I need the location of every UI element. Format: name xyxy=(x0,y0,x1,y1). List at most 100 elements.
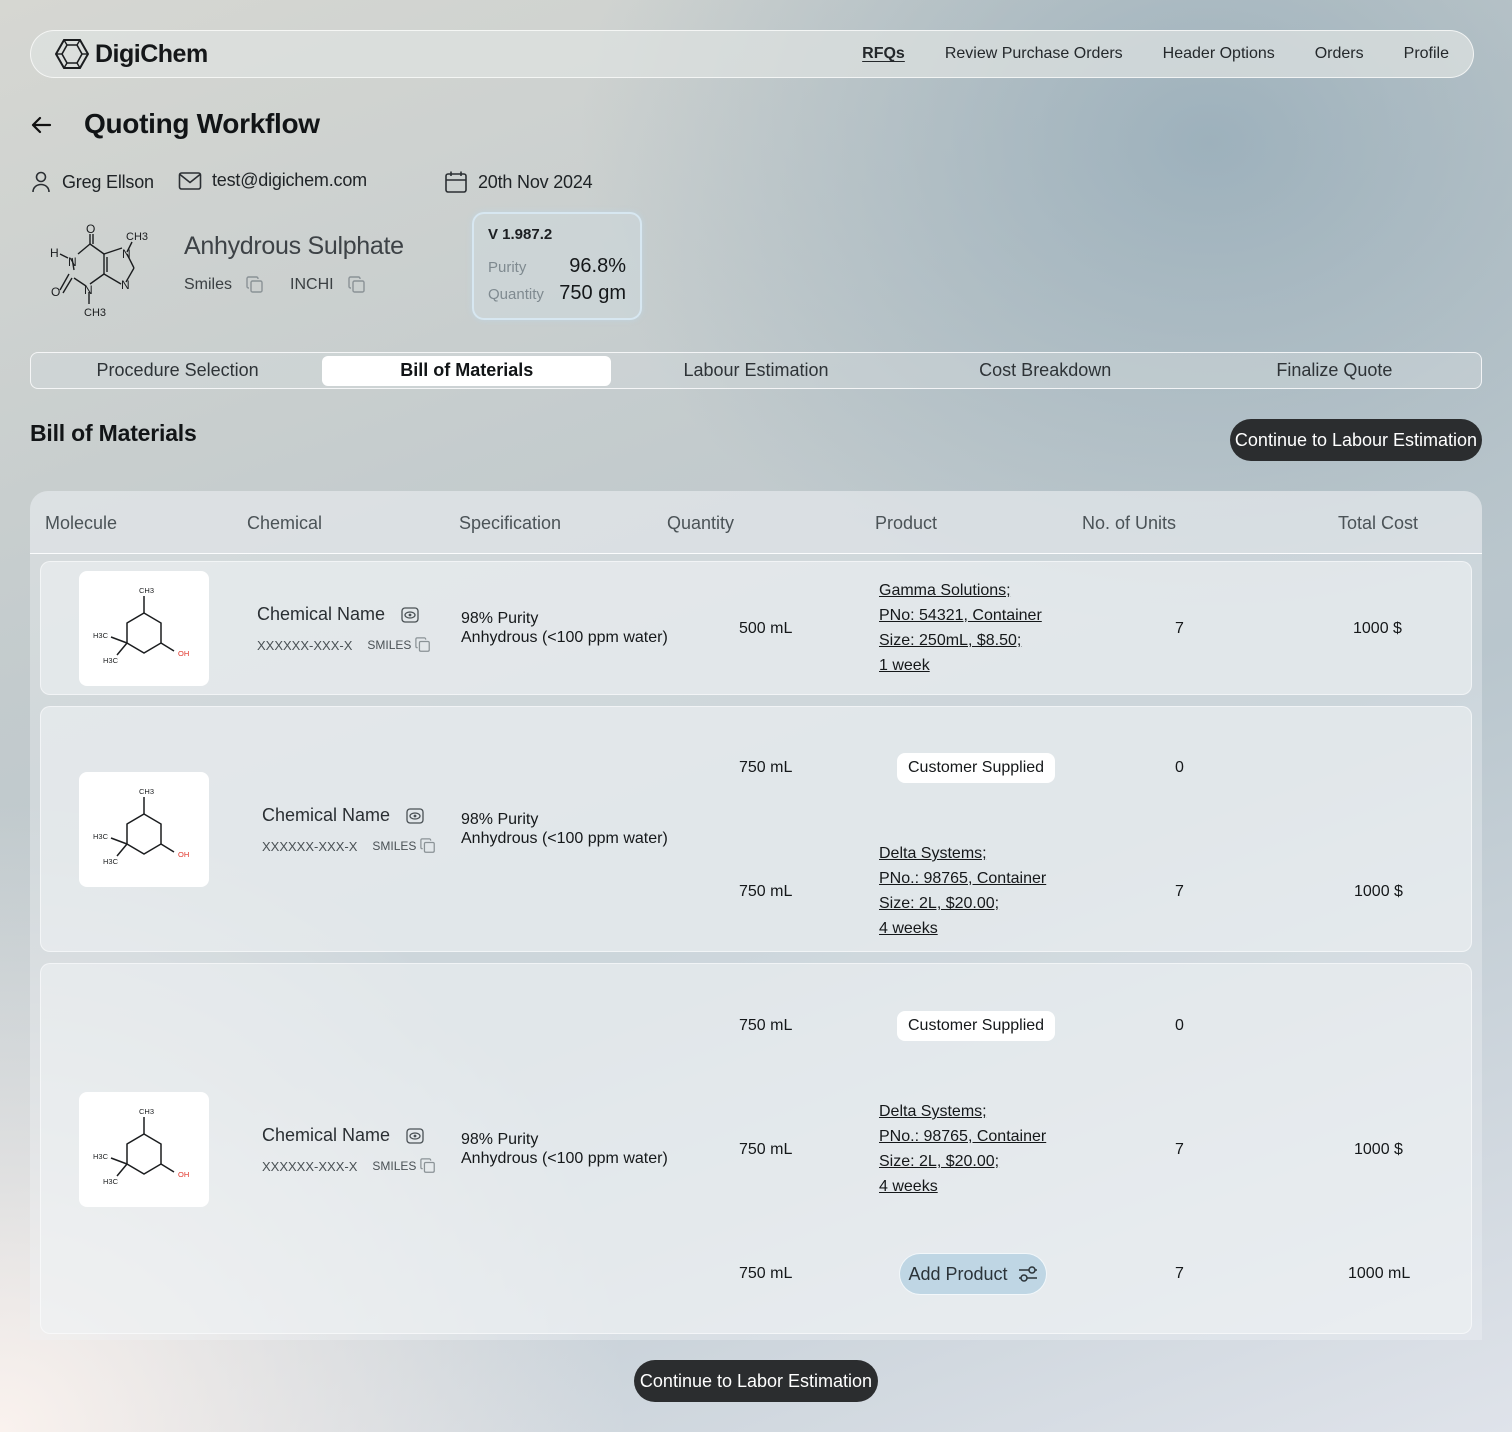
customer-supplied-badge[interactable]: Customer Supplied xyxy=(897,1011,1056,1041)
tab-bill-of-materials[interactable]: Bill of Materials xyxy=(322,355,612,386)
smiles-label: Smiles xyxy=(184,276,233,293)
product-supplier: Delta Systems; xyxy=(879,1103,987,1120)
section-title: Bill of Materials xyxy=(30,420,197,446)
back-button[interactable] xyxy=(30,110,54,140)
view-icon[interactable] xyxy=(406,1127,424,1144)
column-header-total-cost: Total Cost xyxy=(1338,513,1419,533)
brand[interactable]: DigiChem xyxy=(55,38,208,70)
label-oh: OH xyxy=(178,850,189,859)
molecule-image[interactable]: CH3 H3C H3C OH xyxy=(79,1092,209,1207)
product-lead-time: 4 weeks xyxy=(879,920,938,937)
quantity-value: 750 gm xyxy=(559,282,626,304)
total-cost: 1000 $ xyxy=(1354,1141,1403,1158)
label-h3c: H3C xyxy=(93,631,109,640)
chemical-name: Chemical Name xyxy=(257,604,419,625)
user-name: Greg Ellson xyxy=(62,171,154,192)
page-title: Quoting Workflow xyxy=(84,108,320,139)
customer-supplied-badge[interactable]: Customer Supplied xyxy=(897,753,1056,783)
user-info: Greg Ellson xyxy=(30,170,154,194)
label-oh: OH xyxy=(178,649,189,658)
view-icon[interactable] xyxy=(401,606,419,623)
molecule-image[interactable]: CH3 H3C H3C OH xyxy=(79,571,209,686)
copy-icon xyxy=(420,1158,436,1174)
product-supplier: Delta Systems; xyxy=(879,845,987,862)
spec-water: Anhydrous (<100 ppm water) xyxy=(461,830,668,847)
table-row: CH3 H3C H3C OH Chemical Name XXXXXX-XXX-… xyxy=(40,963,1472,1334)
continue-labour-estimation-button[interactable]: Continue to Labour Estimation xyxy=(1230,419,1482,461)
purity-row: Purity 96.8% xyxy=(488,255,626,282)
product-part-number: PNo.: 98765, Container xyxy=(879,1128,1047,1145)
add-product-button[interactable]: Add Product xyxy=(899,1253,1047,1295)
copy-smiles-button[interactable]: Smiles xyxy=(184,276,264,294)
total-cost: 1000 mL xyxy=(1348,1265,1411,1282)
chemical-name-text: Chemical Name xyxy=(262,1125,391,1145)
tab-cost-breakdown[interactable]: Cost Breakdown xyxy=(901,356,1190,386)
column-header-specification: Specification xyxy=(459,513,562,533)
product-lead-time: 4 weeks xyxy=(879,1178,938,1195)
calendar-icon xyxy=(444,170,468,194)
caffeine-n9: N xyxy=(121,278,130,292)
quantity: 500 mL xyxy=(739,620,793,637)
nav-link-orders[interactable]: Orders xyxy=(1315,45,1364,63)
copy-smiles-button[interactable]: SMILES xyxy=(367,637,431,653)
quantity-label: Quantity xyxy=(488,286,544,303)
spec-water: Anhydrous (<100 ppm water) xyxy=(461,629,668,646)
product-supplier: Gamma Solutions; xyxy=(879,582,1011,599)
label-ch3: CH3 xyxy=(139,787,154,796)
molecule-image[interactable]: CH3 H3C H3C OH xyxy=(79,772,209,887)
version-number: V 1.987.2 xyxy=(488,226,553,243)
user-email[interactable]: test@digichem.com xyxy=(212,170,367,191)
hexagon-logo-icon xyxy=(55,38,89,70)
tab-labour-estimation[interactable]: Labour Estimation xyxy=(611,356,900,386)
product-size-price: Size: 2L, $20.00; xyxy=(879,895,1000,912)
table-header: Molecule Chemical Specification Quantity… xyxy=(30,491,1482,554)
caffeine-o-bottom: O xyxy=(51,285,60,299)
compound-structure-image: O H N O N N N CH3 CH3 xyxy=(48,222,152,318)
label-h3c: H3C xyxy=(103,656,119,665)
chemical-name-text: Chemical Name xyxy=(262,805,391,825)
view-icon[interactable] xyxy=(406,807,424,824)
quantity: 750 mL xyxy=(739,759,793,776)
brand-name: DigiChem xyxy=(95,39,208,68)
copy-smiles-button[interactable]: SMILES xyxy=(372,838,436,854)
tab-procedure-selection[interactable]: Procedure Selection xyxy=(33,356,322,386)
total-cost: 1000 $ xyxy=(1354,883,1403,900)
label-h3c: H3C xyxy=(93,1152,109,1161)
copy-smiles-button[interactable]: SMILES xyxy=(372,1158,436,1174)
inchi-label: INCHI xyxy=(290,276,334,293)
specification: 98% Purity Anhydrous (<100 ppm water) xyxy=(461,1130,668,1168)
smiles-label: SMILES xyxy=(367,638,412,652)
product-link[interactable]: Delta Systems; PNo.: 98765, Container Si… xyxy=(879,1099,1046,1199)
units: 7 xyxy=(1175,883,1184,900)
caffeine-o-top: O xyxy=(86,222,95,236)
table-row: CH3 H3C H3C OH Chemical Name XXXXXX-XXX-… xyxy=(40,561,1472,695)
product-link[interactable]: Delta Systems; PNo.: 98765, Container Si… xyxy=(879,841,1046,941)
spec-purity: 98% Purity xyxy=(461,811,539,828)
tab-finalize-quote[interactable]: Finalize Quote xyxy=(1190,356,1479,386)
units: 7 xyxy=(1175,1265,1184,1282)
copy-inchi-button[interactable]: INCHI xyxy=(290,276,366,294)
nav-link-header-options[interactable]: Header Options xyxy=(1163,45,1275,63)
top-navbar: DigiChem RFQs Review Purchase Orders Hea… xyxy=(30,30,1474,78)
product-part-number: PNo.: 98765, Container xyxy=(879,870,1047,887)
nav-link-review-purchase-orders[interactable]: Review Purchase Orders xyxy=(945,45,1123,63)
cas-number: XXXXXX-XXX-X xyxy=(262,1158,358,1174)
product-link[interactable]: Gamma Solutions; PNo: 54321, Container S… xyxy=(879,578,1042,678)
spec-purity: 98% Purity xyxy=(461,610,539,627)
spec-water: Anhydrous (<100 ppm water) xyxy=(461,1150,668,1167)
caffeine-n3: N xyxy=(84,283,93,297)
column-header-quantity: Quantity xyxy=(667,513,735,533)
copy-icon xyxy=(347,276,366,294)
column-header-product: Product xyxy=(875,513,938,533)
nav-link-rfqs[interactable]: RFQs xyxy=(862,45,905,63)
continue-labor-estimation-button[interactable]: Continue to Labor Estimation xyxy=(634,1360,878,1402)
cas-number: XXXXXX-XXX-X xyxy=(257,637,353,653)
column-header-chemical: Chemical xyxy=(247,513,323,533)
chemical-cas-row: XXXXXX-XXX-X SMILES xyxy=(262,838,436,854)
version-card[interactable]: V 1.987.2 Purity 96.8% Quantity 750 gm xyxy=(472,212,642,320)
units: 0 xyxy=(1175,759,1184,776)
specification: 98% Purity Anhydrous (<100 ppm water) xyxy=(461,609,668,647)
total-cost: 1000 $ xyxy=(1353,620,1402,637)
nav-link-profile[interactable]: Profile xyxy=(1404,45,1449,63)
caffeine-ch3-bottom: CH3 xyxy=(84,307,106,318)
